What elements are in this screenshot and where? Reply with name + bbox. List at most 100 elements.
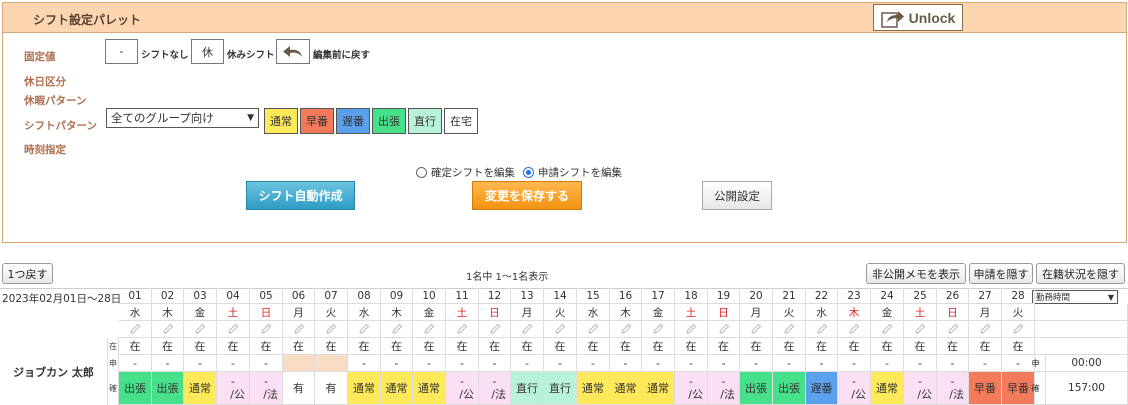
fixed-none-button[interactable]: - — [105, 39, 138, 64]
memo-cell[interactable] — [283, 321, 315, 338]
auto-create-button[interactable]: シフト自動作成 — [246, 181, 355, 210]
shift-cell[interactable]: -/法 — [937, 372, 969, 405]
memo-cell[interactable] — [544, 321, 577, 338]
summary-kind-select[interactable]: 勤務時間 ▼ — [1032, 290, 1118, 304]
shift-cell[interactable]: 出張 — [119, 372, 152, 405]
shift-cell[interactable]: 直行 — [511, 372, 544, 405]
memo-cell[interactable] — [773, 321, 806, 338]
shift-cell[interactable]: -/法 — [250, 372, 283, 405]
memo-cell[interactable] — [152, 321, 184, 338]
shift-cell[interactable]: 遅番 — [806, 372, 838, 405]
memo-cell[interactable] — [217, 321, 250, 338]
shift-cell[interactable]: 出張 — [152, 372, 184, 405]
request-cell[interactable]: - — [904, 355, 937, 372]
request-cell[interactable]: - — [773, 355, 806, 372]
shift-cell[interactable]: 通常 — [348, 372, 381, 405]
memo-cell[interactable] — [610, 321, 642, 338]
shift-cell[interactable]: 出張 — [740, 372, 773, 405]
fixed-rest-button[interactable]: 休 — [191, 39, 224, 64]
pattern-button-0[interactable]: 通常 — [264, 108, 298, 134]
shift-cell[interactable]: 通常 — [413, 372, 446, 405]
shift-cell[interactable]: 通常 — [610, 372, 642, 405]
memo-cell[interactable] — [119, 321, 152, 338]
request-cell[interactable]: - — [871, 355, 904, 372]
request-cell[interactable]: - — [446, 355, 479, 372]
memo-cell[interactable] — [184, 321, 217, 338]
radio-requested[interactable] — [523, 167, 534, 178]
request-cell[interactable]: - — [937, 355, 969, 372]
request-cell[interactable]: - — [348, 355, 381, 372]
request-cell[interactable]: - — [675, 355, 708, 372]
memo-cell[interactable] — [740, 321, 773, 338]
shift-cell[interactable]: 有 — [283, 372, 315, 405]
hide-status-button[interactable]: 在籍状況を隠す — [1036, 263, 1125, 284]
shift-cell[interactable]: -/公 — [675, 372, 708, 405]
shift-cell[interactable]: 通常 — [184, 372, 217, 405]
request-cell[interactable]: - — [969, 355, 1002, 372]
memo-cell[interactable] — [348, 321, 381, 338]
shift-cell[interactable]: 早番 — [969, 372, 1002, 405]
request-cell[interactable]: - — [184, 355, 217, 372]
request-cell[interactable]: - — [119, 355, 152, 372]
employee-name[interactable]: ジョブカン 太郎 — [0, 338, 108, 405]
shift-cell[interactable]: 有 — [315, 372, 348, 405]
shift-cell[interactable]: 通常 — [577, 372, 610, 405]
pattern-button-3[interactable]: 出張 — [372, 108, 406, 134]
memo-cell[interactable] — [806, 321, 838, 338]
request-cell[interactable] — [283, 355, 315, 372]
shift-cell[interactable]: 通常 — [381, 372, 413, 405]
request-cell[interactable]: - — [152, 355, 184, 372]
memo-cell[interactable] — [315, 321, 348, 338]
shift-cell[interactable]: -/公 — [446, 372, 479, 405]
request-cell[interactable]: - — [511, 355, 544, 372]
shift-cell[interactable]: 通常 — [871, 372, 904, 405]
shift-cell[interactable]: 通常 — [642, 372, 675, 405]
memo-cell[interactable] — [675, 321, 708, 338]
request-cell[interactable]: - — [413, 355, 446, 372]
memo-cell[interactable] — [250, 321, 283, 338]
memo-cell[interactable] — [413, 321, 446, 338]
memo-cell[interactable] — [871, 321, 904, 338]
request-cell[interactable]: - — [479, 355, 511, 372]
memo-cell[interactable] — [446, 321, 479, 338]
radio-confirmed[interactable] — [416, 167, 427, 178]
unlock-button[interactable]: Unlock — [873, 4, 963, 31]
request-cell[interactable]: - — [740, 355, 773, 372]
shift-cell[interactable]: 直行 — [544, 372, 577, 405]
request-cell[interactable]: - — [217, 355, 250, 372]
request-cell[interactable]: - — [838, 355, 871, 372]
memo-cell[interactable] — [838, 321, 871, 338]
save-changes-button[interactable]: 変更を保存する — [472, 181, 582, 210]
memo-cell[interactable] — [479, 321, 511, 338]
request-cell[interactable]: - — [250, 355, 283, 372]
memo-cell[interactable] — [708, 321, 740, 338]
memo-cell[interactable] — [969, 321, 1002, 338]
pattern-button-2[interactable]: 遅番 — [336, 108, 370, 134]
shift-cell[interactable]: -/公 — [904, 372, 937, 405]
pattern-button-1[interactable]: 早番 — [300, 108, 334, 134]
request-cell[interactable]: - — [806, 355, 838, 372]
shift-cell[interactable]: -/法 — [708, 372, 740, 405]
undo-button[interactable] — [276, 39, 310, 64]
memo-cell[interactable] — [937, 321, 969, 338]
back-one-button[interactable]: 1つ戻す — [2, 263, 53, 284]
memo-cell[interactable] — [381, 321, 413, 338]
shift-cell[interactable]: -/法 — [479, 372, 511, 405]
pattern-button-5[interactable]: 在宅 — [444, 108, 478, 134]
show-private-memo-button[interactable]: 非公開メモを表示 — [866, 263, 966, 284]
shift-cell[interactable]: -/公 — [217, 372, 250, 405]
memo-cell[interactable] — [642, 321, 675, 338]
memo-cell[interactable] — [511, 321, 544, 338]
pattern-button-4[interactable]: 直行 — [408, 108, 442, 134]
hide-request-button[interactable]: 申請を隠す — [969, 263, 1033, 284]
memo-cell[interactable] — [577, 321, 610, 338]
shift-cell[interactable]: -/公 — [838, 372, 871, 405]
request-cell[interactable]: - — [642, 355, 675, 372]
request-cell[interactable]: - — [381, 355, 413, 372]
request-cell[interactable]: - — [544, 355, 577, 372]
publish-settings-button[interactable]: 公開設定 — [702, 181, 772, 210]
request-cell[interactable] — [315, 355, 348, 372]
memo-cell[interactable] — [904, 321, 937, 338]
request-cell[interactable]: - — [708, 355, 740, 372]
group-select[interactable]: 全てのグループ向け ▼ — [106, 108, 259, 128]
